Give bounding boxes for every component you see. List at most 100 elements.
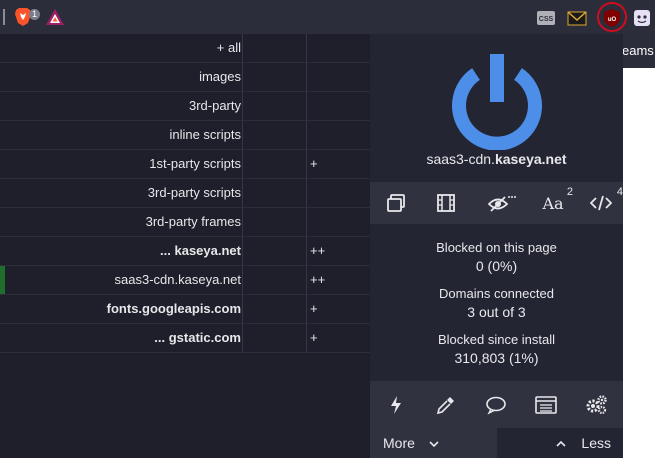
chevron-up-icon	[555, 428, 566, 458]
firewall-row[interactable]: 3rd-party scripts	[0, 179, 370, 208]
screen: 1 CSS uO eams + all images 3rd-party inl…	[0, 0, 655, 466]
fonts-count: 2	[566, 186, 573, 198]
local-rule-cell[interactable]	[307, 121, 370, 149]
firewall-row[interactable]: inline scripts	[0, 121, 370, 150]
hostname-domain: kaseya.net	[494, 151, 567, 167]
firewall-row[interactable]: images	[0, 63, 370, 92]
gears-icon	[586, 394, 607, 414]
brave-shields-count-badge: 1	[28, 9, 40, 20]
global-rule-cell[interactable]	[242, 150, 307, 178]
firewall-row[interactable]: ... gstatic.com +	[0, 324, 370, 353]
eye-slash-icon	[487, 196, 516, 212]
blocked-page-value: 0 (0%)	[475, 258, 518, 274]
ublock-origin-extension-button[interactable]: uO	[600, 6, 624, 30]
local-rule-cell[interactable]	[307, 92, 370, 120]
firewall-pane: + all images 3rd-party inline scripts 1s	[0, 34, 370, 353]
envelope-icon	[567, 11, 587, 26]
global-rule-cell[interactable]	[242, 266, 307, 294]
firewall-row[interactable]: + all	[0, 34, 370, 63]
first-party-marker	[0, 266, 5, 294]
css-viewer-icon: CSS	[537, 11, 555, 25]
firewall-row-label: inline scripts	[169, 127, 241, 142]
mail-extension-button[interactable]	[565, 6, 589, 30]
local-rule-cell[interactable]	[307, 34, 370, 62]
firewall-row-label: ... gstatic.com	[154, 330, 241, 345]
firewall-row[interactable]: 3rd-party frames	[0, 208, 370, 237]
ghost-extension-button[interactable]	[630, 6, 654, 30]
more-button[interactable]: More	[370, 428, 497, 458]
global-rule-cell[interactable]	[242, 295, 307, 323]
global-rule-cell[interactable]	[242, 121, 307, 149]
firewall-row-label: fonts.googleapis.com	[106, 301, 241, 316]
global-rule-cell[interactable]	[242, 208, 307, 236]
svg-text:uO: uO	[608, 17, 617, 23]
firewall-row[interactable]: saas3-cdn.kaseya.net ++	[0, 266, 370, 295]
firewall-row[interactable]: ... kaseya.net ++	[0, 237, 370, 266]
remote-fonts-toggle[interactable]: Aa 2	[535, 182, 573, 224]
zap-element-button[interactable]	[376, 381, 416, 428]
css-viewer-extension-button[interactable]: CSS	[534, 6, 558, 30]
speech-bubble-icon	[486, 396, 506, 415]
extension-icons: CSS uO	[530, 2, 655, 32]
blocked-install-value: 310,803 (1%)	[454, 350, 539, 366]
firewall-row-label: saas3-cdn.kaseya.net	[114, 272, 241, 287]
code-icon	[590, 195, 612, 211]
per-site-switches: Aa 2 4	[370, 182, 623, 224]
brave-shields-button[interactable]: 1	[12, 7, 40, 27]
blocked-page-label: Blocked on this page	[436, 240, 557, 255]
main-pane: saas3-cdn.kaseya.net Aa 2 4 Blocked on t…	[370, 34, 623, 458]
global-rule-cell[interactable]	[242, 63, 307, 91]
global-rule-cell[interactable]	[242, 34, 307, 62]
firewall-row[interactable]: 3rd-party	[0, 92, 370, 121]
firewall-row-label: 1st-party scripts	[149, 156, 241, 171]
local-rule-cell[interactable]: +	[307, 295, 370, 323]
less-button[interactable]: Less	[497, 428, 623, 458]
javascript-toggle[interactable]: 4	[583, 182, 623, 224]
local-rule-cell[interactable]: ++	[307, 266, 370, 294]
global-rule-cell[interactable]	[242, 237, 307, 265]
pick-element-button[interactable]	[426, 381, 466, 428]
report-issue-button[interactable]	[476, 381, 516, 428]
brave-rewards-triangle-icon	[46, 9, 64, 25]
cosmetic-filtering-toggle[interactable]	[482, 182, 522, 224]
global-rule-cell[interactable]	[242, 179, 307, 207]
power-icon	[452, 54, 542, 151]
local-rule-cell[interactable]	[307, 179, 370, 207]
brave-rewards-button[interactable]	[44, 7, 66, 27]
firewall-row[interactable]: 1st-party scripts +	[0, 150, 370, 179]
background-tab-fragment: eams	[622, 34, 655, 68]
tool-actions	[370, 381, 623, 428]
browser-toolbar: 1 CSS uO	[0, 0, 655, 34]
local-rule-cell[interactable]: ++	[307, 237, 370, 265]
dashboard-button[interactable]	[576, 381, 616, 428]
firewall-row-label: + all	[216, 40, 241, 55]
chevron-down-icon	[429, 428, 439, 458]
logger-button[interactable]	[526, 381, 566, 428]
global-rule-cell[interactable]	[242, 92, 307, 120]
local-rule-cell[interactable]	[307, 63, 370, 91]
firewall-row-label: 3rd-party scripts	[147, 185, 241, 200]
ghost-icon	[634, 10, 650, 26]
domains-connected-value: 3 out of 3	[467, 304, 526, 320]
lightning-bolt-icon	[391, 395, 401, 414]
global-rule-cell[interactable]	[242, 324, 307, 352]
power-switch-button[interactable]	[450, 52, 544, 151]
current-hostname: saas3-cdn.kaseya.net	[370, 150, 623, 168]
local-rule-cell[interactable]	[307, 208, 370, 236]
domains-connected-label: Domains connected	[439, 286, 554, 301]
toolbar-separator	[3, 9, 5, 25]
popup-blocking-toggle[interactable]	[379, 182, 413, 224]
ublock-popup: + all images 3rd-party inline scripts 1s	[0, 34, 623, 458]
firewall-row-label: 3rd-party	[188, 98, 241, 113]
svg-text:CSS: CSS	[539, 16, 554, 23]
firewall-row-label: ... kaseya.net	[160, 243, 241, 258]
local-rule-cell[interactable]: +	[307, 150, 370, 178]
media-blocking-toggle[interactable]	[429, 182, 463, 224]
local-rule-cell[interactable]: +	[307, 324, 370, 352]
hostname-subdomain: saas3-cdn.	[426, 151, 495, 167]
scripts-count: 4	[616, 186, 623, 198]
list-icon	[535, 395, 557, 414]
firewall-row[interactable]: fonts.googleapis.com +	[0, 295, 370, 324]
font-icon: Aa	[542, 193, 564, 213]
firewall-row-label: images	[199, 69, 241, 84]
